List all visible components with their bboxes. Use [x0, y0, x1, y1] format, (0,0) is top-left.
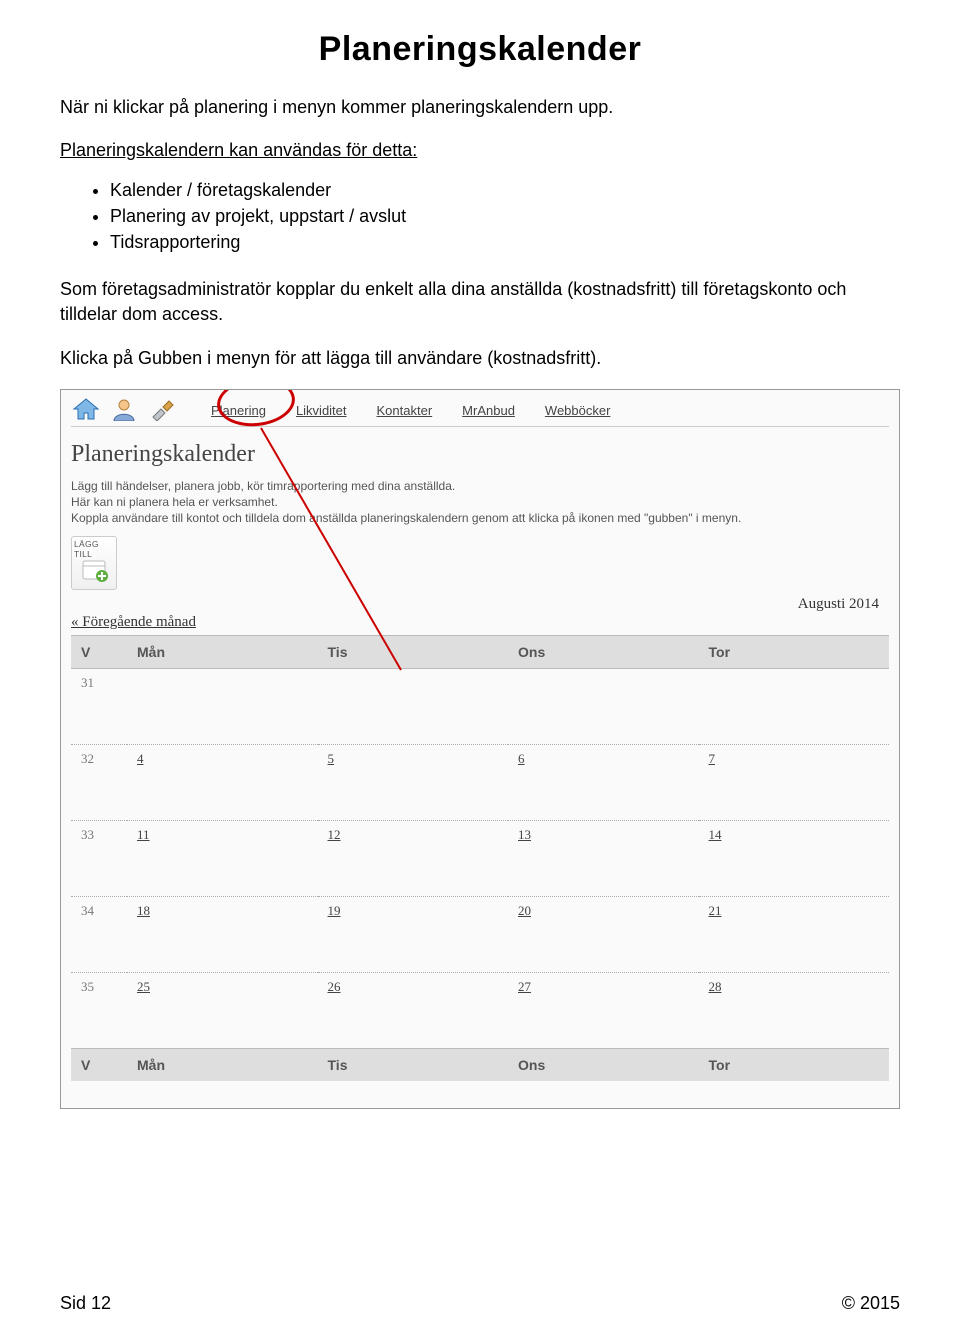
table-row: 33 11 12 13 14	[71, 821, 889, 897]
week-number: 32	[71, 745, 127, 821]
week-number: 34	[71, 897, 127, 973]
home-icon[interactable]	[71, 396, 101, 422]
user-icon[interactable]	[109, 396, 139, 422]
menu-item-likviditet[interactable]: Likviditet	[296, 403, 347, 418]
day-number: 25	[137, 979, 150, 994]
day-number: 4	[137, 751, 144, 766]
calendar-table: V Mån Tis Ons Tor 3132 4 5 6 7 33 11 12 13 14 34 18…	[71, 635, 889, 1081]
footer-copyright: © 2015	[842, 1293, 900, 1314]
calendar-cell[interactable]: 12	[318, 821, 509, 897]
app-toolbar: Planering Likviditet Kontakter MrAnbud W…	[71, 396, 889, 427]
col-header-tue: Tis	[318, 636, 509, 669]
calendar-cell[interactable]: 14	[699, 821, 890, 897]
day-number: 12	[328, 827, 341, 842]
bullet-list: Kalender / företagskalender Planering av…	[110, 177, 900, 255]
paragraph: Klicka på Gubben i menyn för att lägga t…	[60, 346, 900, 371]
col-header-thu: Tor	[699, 636, 890, 669]
day-number: 20	[518, 903, 531, 918]
calendar-cell[interactable]: 25	[127, 973, 318, 1049]
day-number: 7	[709, 751, 716, 766]
table-row: 34 18 19 20 21	[71, 897, 889, 973]
add-button[interactable]: LÄGG TILL	[71, 536, 117, 590]
paragraph: Som företagsadministratör kopplar du enk…	[60, 277, 900, 327]
desc-line: Koppla användare till kontot och tilldel…	[71, 510, 889, 526]
menu-item-kontakter[interactable]: Kontakter	[377, 403, 433, 418]
day-number: 14	[709, 827, 722, 842]
calendar-cell[interactable]: 21	[699, 897, 890, 973]
month-label: Augusti 2014	[798, 596, 879, 613]
day-number: 26	[328, 979, 341, 994]
calendar-cell[interactable]	[318, 669, 509, 745]
menu-item-mranbud[interactable]: MrAnbud	[462, 403, 515, 418]
day-number: 21	[709, 903, 722, 918]
calendar-cell[interactable]: 6	[508, 745, 699, 821]
col-header-week: V	[71, 636, 127, 669]
add-plus-icon	[80, 560, 108, 587]
day-number: 18	[137, 903, 150, 918]
day-number: 6	[518, 751, 525, 766]
day-number: 28	[709, 979, 722, 994]
day-number: 5	[328, 751, 335, 766]
bullet-item: Tidsrapportering	[110, 229, 900, 255]
desc-line: Lägg till händelser, planera jobb, kör t…	[71, 478, 889, 494]
intro-text: När ni klickar på planering i menyn komm…	[60, 97, 900, 118]
calendar-cell[interactable]: 5	[318, 745, 509, 821]
week-number: 33	[71, 821, 127, 897]
calendar-cell[interactable]: 20	[508, 897, 699, 973]
calendar-cell[interactable]: 27	[508, 973, 699, 1049]
col-footer-wed: Ons	[508, 1049, 699, 1082]
col-footer-week: V	[71, 1049, 127, 1082]
prev-month-link[interactable]: « Föregående månad	[71, 614, 196, 631]
calendar-cell[interactable]: 11	[127, 821, 318, 897]
page-footer: Sid 12 © 2015	[60, 1293, 900, 1314]
bullet-item: Kalender / företagskalender	[110, 177, 900, 203]
col-footer-mon: Mån	[127, 1049, 318, 1082]
day-number: 27	[518, 979, 531, 994]
week-number: 35	[71, 973, 127, 1049]
footer-page: Sid 12	[60, 1293, 111, 1314]
calendar-cell[interactable]: 7	[699, 745, 890, 821]
col-header-mon: Mån	[127, 636, 318, 669]
col-header-wed: Ons	[508, 636, 699, 669]
bullet-item: Planering av projekt, uppstart / avslut	[110, 203, 900, 229]
day-number: 13	[518, 827, 531, 842]
table-row: 32 4 5 6 7	[71, 745, 889, 821]
calendar-cell[interactable]	[127, 669, 318, 745]
day-number: 19	[328, 903, 341, 918]
calendar-cell[interactable]: 26	[318, 973, 509, 1049]
app-menu: Planering Likviditet Kontakter MrAnbud W…	[211, 403, 610, 422]
table-row: 31	[71, 669, 889, 745]
calendar-cell[interactable]: 4	[127, 745, 318, 821]
menu-item-webbocker[interactable]: Webböcker	[545, 403, 611, 418]
menu-item-planering[interactable]: Planering	[211, 403, 266, 418]
app-description: Lägg till händelser, planera jobb, kör t…	[71, 478, 889, 527]
week-number: 31	[71, 669, 127, 745]
day-number: 11	[137, 827, 150, 842]
calendar-cell[interactable]: 13	[508, 821, 699, 897]
app-heading: Planeringskalender	[71, 441, 889, 468]
calendar-cell[interactable]: 18	[127, 897, 318, 973]
page-title: Planeringskalender	[60, 30, 900, 69]
desc-line: Här kan ni planera hela er verksamhet.	[71, 494, 889, 510]
col-footer-tue: Tis	[318, 1049, 509, 1082]
screenshot-frame: Planering Likviditet Kontakter MrAnbud W…	[60, 389, 900, 1109]
col-footer-thu: Tor	[699, 1049, 890, 1082]
add-button-label: LÄGG TILL	[74, 539, 114, 559]
table-row: 35 25 26 27 28	[71, 973, 889, 1049]
calendar-cell[interactable]	[508, 669, 699, 745]
tools-icon[interactable]	[147, 396, 177, 422]
calendar-cell[interactable]	[699, 669, 890, 745]
calendar-cell[interactable]: 19	[318, 897, 509, 973]
subhead: Planeringskalendern kan användas för det…	[60, 140, 900, 161]
calendar-cell[interactable]: 28	[699, 973, 890, 1049]
